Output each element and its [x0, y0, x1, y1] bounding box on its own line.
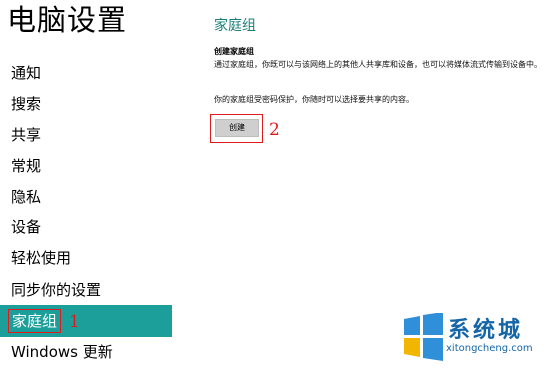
sidebar: 电脑设置 通知 搜索 共享 常规 隐私 设备 轻松使用 同步你的设置 家庭组 W…: [0, 0, 172, 366]
sidebar-item-label: 家庭组: [12, 312, 58, 330]
sidebar-item-label: 通知: [11, 64, 42, 82]
sidebar-item-label: 轻松使用: [11, 249, 72, 267]
sidebar-item-label: Windows 更新: [11, 343, 113, 361]
sidebar-item-label: 共享: [11, 126, 42, 144]
watermark-url: xitongcheng.com: [446, 343, 533, 354]
windows-logo-icon: [404, 313, 443, 361]
create-homegroup-heading: 创建家庭组: [214, 47, 254, 56]
sidebar-item-windows-update[interactable]: Windows 更新: [0, 336, 172, 368]
sidebar-item-ease-of-access[interactable]: 轻松使用: [0, 242, 172, 274]
page-title: 家庭组: [214, 18, 256, 34]
homegroup-description: 通过家庭组，你既可以与该网络上的其他人共享库和设备，也可以将媒体流式传输到设备中…: [214, 60, 542, 69]
sidebar-item-label: 设备: [11, 218, 42, 236]
step-1-annotation: 1: [69, 312, 80, 332]
password-note: 你的家庭组受密码保护，你随时可以选择要共享的内容。: [214, 95, 414, 104]
sidebar-item-label: 同步你的设置: [11, 281, 102, 299]
sidebar-item-label: 常规: [11, 157, 42, 175]
sidebar-item-share[interactable]: 共享: [0, 119, 172, 151]
sidebar-item-sync-settings[interactable]: 同步你的设置: [0, 274, 172, 306]
sidebar-item-label: 隐私: [11, 188, 42, 206]
create-button[interactable]: 创建: [215, 119, 259, 137]
sidebar-item-label: 搜索: [11, 95, 42, 113]
app-title: 电脑设置: [7, 3, 128, 37]
highlight-box: 家庭组: [8, 309, 62, 333]
watermark: 系统城 xitongcheng.com: [398, 310, 554, 366]
sidebar-item-privacy[interactable]: 隐私: [0, 181, 172, 213]
sidebar-item-search[interactable]: 搜索: [0, 88, 172, 120]
watermark-name: 系统城: [448, 318, 524, 343]
sidebar-item-devices[interactable]: 设备: [0, 211, 172, 243]
step-2-annotation: 2: [269, 120, 280, 140]
sidebar-item-notifications[interactable]: 通知: [0, 57, 172, 89]
sidebar-item-general[interactable]: 常规: [0, 150, 172, 182]
sidebar-item-homegroup[interactable]: 家庭组: [0, 305, 172, 337]
